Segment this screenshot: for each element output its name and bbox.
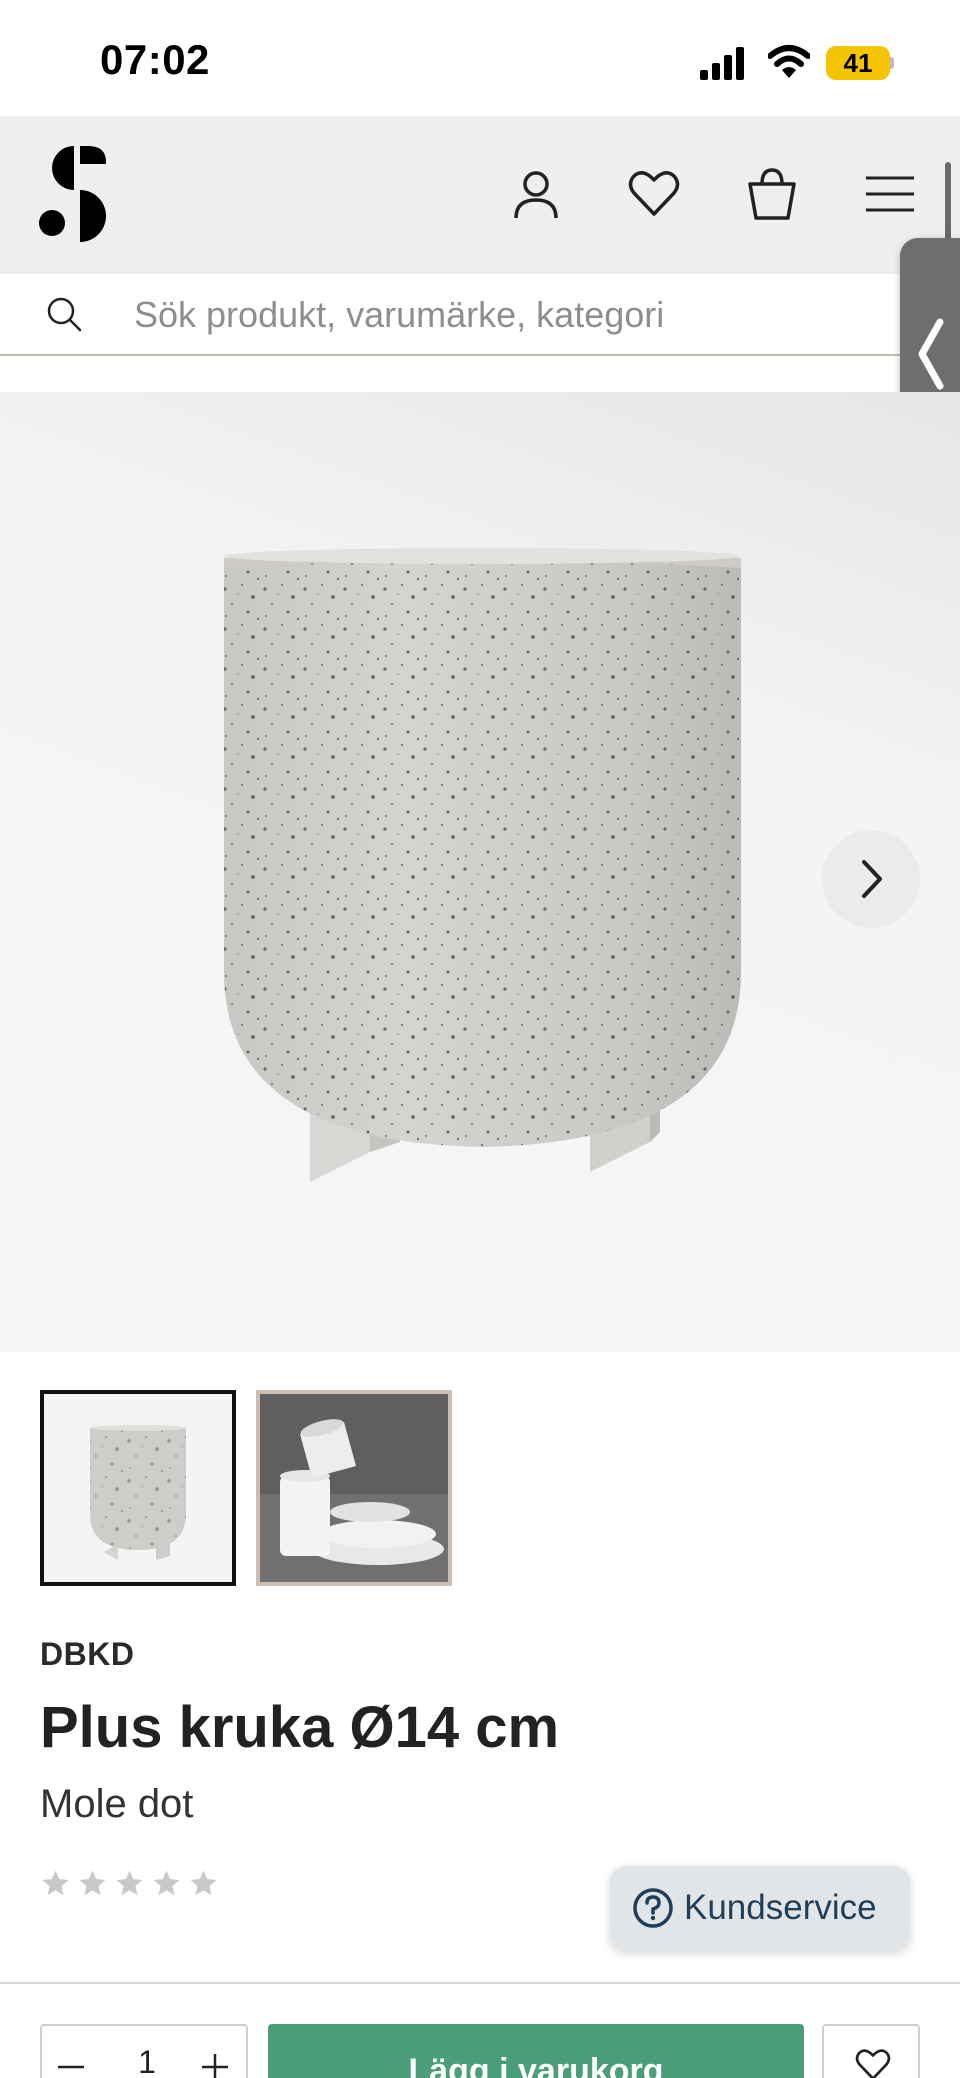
battery-level: 41 <box>826 46 890 80</box>
product-variant: Mole dot <box>40 1782 194 1826</box>
plus-icon[interactable] <box>200 2052 230 2078</box>
product-thumbnail-image <box>44 1394 232 1582</box>
star-icon <box>190 1870 217 1896</box>
star-icon <box>42 1870 69 1896</box>
heart-icon <box>855 2049 891 2078</box>
divider <box>0 1982 960 1984</box>
help-icon <box>633 1888 673 1928</box>
customer-service-button[interactable]: Kundservice <box>610 1866 910 1950</box>
site-header <box>0 116 960 274</box>
next-image-button[interactable] <box>822 830 920 928</box>
logo[interactable] <box>36 144 110 244</box>
search-bar <box>0 274 960 356</box>
search-icon <box>47 297 82 332</box>
battery-indicator: 41 <box>826 46 894 80</box>
search-input[interactable] <box>134 290 894 340</box>
quantity-value[interactable]: 1 <box>132 2044 162 2078</box>
thumbnail-1[interactable] <box>40 1390 236 1586</box>
lifestyle-thumbnail-image <box>260 1394 448 1582</box>
star-icon <box>116 1870 143 1896</box>
customer-service-label: Kundservice <box>684 1888 877 1927</box>
bag-icon[interactable] <box>744 166 800 222</box>
wishlist-button[interactable] <box>822 2024 920 2078</box>
quantity-stepper: 1 <box>40 2024 248 2078</box>
scrollbar[interactable] <box>945 162 951 242</box>
account-icon[interactable] <box>508 166 564 222</box>
heart-icon[interactable] <box>626 166 682 222</box>
signal-icon <box>700 47 744 80</box>
wifi-icon <box>768 45 810 78</box>
product-title: Plus kruka Ø14 cm <box>40 1695 560 1760</box>
status-time: 07:02 <box>100 36 210 83</box>
chevron-left-icon <box>918 318 944 390</box>
star-icon <box>153 1870 180 1896</box>
star-icon <box>79 1870 106 1896</box>
chevron-right-icon <box>862 860 882 898</box>
thumbnail-2[interactable] <box>256 1390 452 1586</box>
rating-stars[interactable] <box>40 1868 219 1899</box>
product-brand[interactable]: DBKD <box>40 1636 134 1673</box>
product-image <box>224 548 741 1182</box>
minus-icon[interactable] <box>56 2052 86 2078</box>
menu-icon[interactable] <box>862 166 918 222</box>
battery-tip <box>890 57 894 69</box>
add-to-cart-button[interactable]: Lägg i varukorg <box>268 2024 804 2078</box>
product-gallery[interactable] <box>0 392 960 1352</box>
status-bar: 07:02 41 <box>0 0 960 116</box>
